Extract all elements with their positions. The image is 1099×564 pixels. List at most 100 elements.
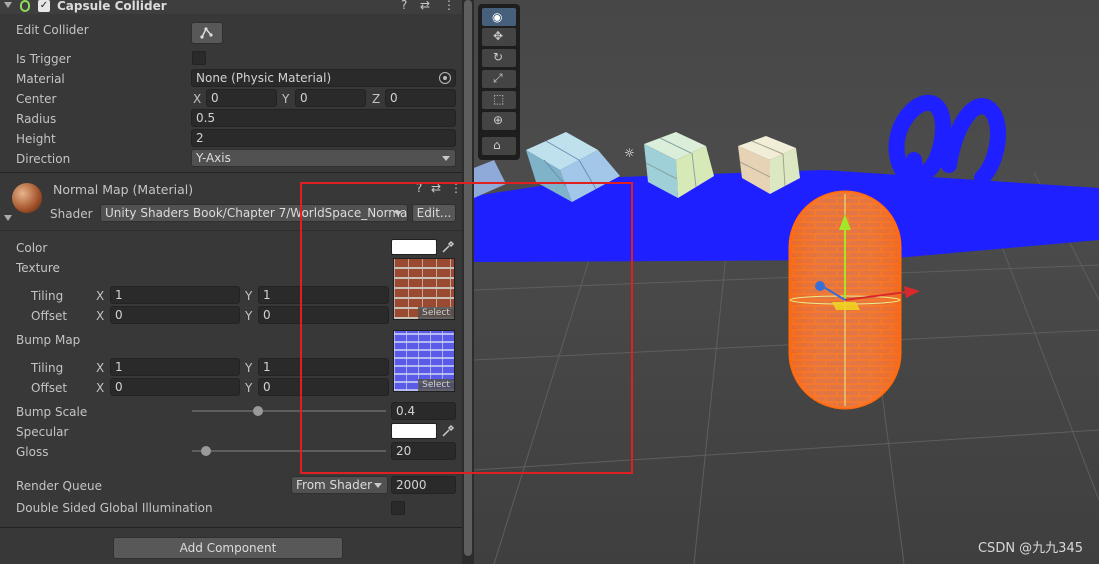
bump-scale-slider-track[interactable] <box>192 410 386 412</box>
context-menu-icon[interactable]: ⋮ <box>443 0 455 12</box>
material-divider <box>0 230 462 231</box>
bump-map-thumbnail[interactable]: Select <box>393 330 455 392</box>
gloss-slider-track[interactable] <box>192 450 386 452</box>
material-presets-icon[interactable]: ⇄ <box>431 181 441 195</box>
specular-eyedropper-icon[interactable] <box>440 423 456 439</box>
texture-tiling-y-field[interactable]: 1 <box>258 286 389 304</box>
render-queue-label: Render Queue <box>16 479 102 493</box>
texture-tiling-x-field[interactable]: 1 <box>110 286 240 304</box>
rotate-tool-button[interactable]: ↻ <box>482 49 516 67</box>
view-tool-button[interactable]: ◉ <box>482 8 516 26</box>
double-sided-gi-checkbox[interactable] <box>391 501 405 515</box>
center-x-axis-label: X <box>193 92 202 106</box>
scene-viewport[interactable]: ☼ <box>474 0 1099 564</box>
inspector-scrollbar[interactable] <box>462 0 474 564</box>
inspector-panel: ✓ Capsule Collider ? ⇄ ⋮ Edit Collider I… <box>0 0 462 564</box>
shader-dropdown[interactable]: Unity Shaders Book/Chapter 7/WorldSpace_… <box>100 204 408 222</box>
bottom-divider <box>0 527 462 528</box>
bump-offset-y-field[interactable]: 0 <box>258 378 389 396</box>
capsule-collider-icon <box>20 0 30 12</box>
texture-offset-x-field[interactable]: 0 <box>110 306 240 324</box>
scrollbar-thumb[interactable] <box>464 0 472 556</box>
texture-tiling-x-value: 1 <box>115 288 123 302</box>
edit-collider-tool-button[interactable]: ⌂ <box>482 137 516 155</box>
bump-map-select-button[interactable]: Select <box>418 379 454 391</box>
texture-thumbnail[interactable]: Select <box>393 258 455 320</box>
edit-collider-label: Edit Collider <box>16 23 89 37</box>
add-component-button[interactable]: Add Component <box>113 537 343 559</box>
height-label: Height <box>16 132 56 146</box>
bump-scale-field[interactable]: 0.4 <box>391 402 456 420</box>
bump-offset-x-field[interactable]: 0 <box>110 378 240 396</box>
bump-tiling-y-value: 1 <box>263 360 271 374</box>
texture-tiling-x-label: X <box>96 289 105 303</box>
scene-background <box>474 0 1099 564</box>
bump-offset-y-label: Y <box>245 381 253 395</box>
gloss-slider-handle[interactable] <box>200 446 211 456</box>
texture-offset-y-field[interactable]: 0 <box>258 306 389 324</box>
light-gizmo-icon[interactable]: ☼ <box>624 146 635 160</box>
center-z-axis-label: Z <box>372 92 381 106</box>
material-context-menu-icon[interactable]: ⋮ <box>450 181 462 195</box>
bump-tiling-y-label: Y <box>245 361 253 375</box>
bump-scale-value: 0.4 <box>396 404 416 418</box>
center-y-field[interactable]: 0 <box>295 89 366 107</box>
center-x-field[interactable]: 0 <box>206 89 277 107</box>
z-axis-handle-icon <box>815 281 825 291</box>
render-queue-source-dropdown[interactable]: From Shader <box>291 476 388 494</box>
shader-chevron-down-icon <box>394 211 402 216</box>
radius-label: Radius <box>16 112 57 126</box>
component-enabled-checkbox[interactable]: ✓ <box>38 0 50 12</box>
center-x-value: 0 <box>211 91 219 105</box>
center-z-field[interactable]: 0 <box>385 89 456 107</box>
shader-value: Unity Shaders Book/Chapter 7/WorldSpace_… <box>105 206 408 220</box>
material-foldout-arrow-icon[interactable] <box>4 215 12 221</box>
color-label: Color <box>16 241 48 255</box>
material-value: None (Physic Material) <box>196 71 332 85</box>
bump-offset-label: Offset <box>31 381 68 395</box>
watermark: CSDN @九九345 <box>977 541 1083 556</box>
eyedropper-icon[interactable] <box>440 239 456 255</box>
color-swatch[interactable] <box>391 239 437 255</box>
render-queue-chevron-down-icon <box>374 483 382 488</box>
presets-icon[interactable]: ⇄ <box>420 0 430 12</box>
height-value: 2 <box>196 131 204 145</box>
radius-field[interactable]: 0.5 <box>191 109 456 127</box>
direction-dropdown[interactable]: Y-Axis <box>191 149 456 167</box>
shader-edit-button[interactable]: Edit... <box>412 204 456 222</box>
transform-icon: ⊕ <box>493 113 504 127</box>
collider-edit-icon: ⌂ <box>493 138 501 152</box>
bump-offset-x-value: 0 <box>115 380 123 394</box>
direction-label: Direction <box>16 152 71 166</box>
double-sided-gi-label: Double Sided Global Illumination <box>16 501 213 515</box>
material-help-icon[interactable]: ? <box>416 181 422 195</box>
texture-select-button[interactable]: Select <box>418 307 454 319</box>
bump-offset-x-label: X <box>96 381 105 395</box>
material-sphere-icon <box>12 183 42 213</box>
material-title: Normal Map (Material) <box>53 182 194 197</box>
scene-view[interactable]: ☼ <box>474 0 1099 564</box>
radius-value: 0.5 <box>196 111 216 125</box>
edit-collider-button[interactable] <box>191 22 223 44</box>
specular-color-swatch[interactable] <box>391 423 437 439</box>
gloss-field[interactable]: 20 <box>391 442 456 460</box>
material-field[interactable]: None (Physic Material) <box>191 69 456 87</box>
bump-tiling-y-field[interactable]: 1 <box>258 358 389 376</box>
move-tool-button[interactable]: ✥ <box>482 28 516 46</box>
height-field[interactable]: 2 <box>191 129 456 147</box>
render-queue-field[interactable]: 2000 <box>391 476 456 494</box>
bump-tiling-x-field[interactable]: 1 <box>110 358 240 376</box>
collapse-arrow-icon[interactable] <box>4 2 12 8</box>
scale-tool-button[interactable]: ⤢ <box>482 70 516 88</box>
help-icon[interactable]: ? <box>401 0 407 12</box>
object-picker-icon[interactable] <box>439 72 451 84</box>
texture-label: Texture <box>16 261 60 275</box>
rect-tool-button[interactable]: ⬚ <box>482 91 516 109</box>
is-trigger-checkbox[interactable] <box>192 51 206 65</box>
bump-scale-slider-handle[interactable] <box>252 406 263 416</box>
bump-scale-label: Bump Scale <box>16 405 88 419</box>
transform-tool-button[interactable]: ⊕ <box>482 112 516 130</box>
eye-icon: ◉ <box>492 10 503 24</box>
center-y-value: 0 <box>300 91 308 105</box>
center-label: Center <box>16 92 57 106</box>
